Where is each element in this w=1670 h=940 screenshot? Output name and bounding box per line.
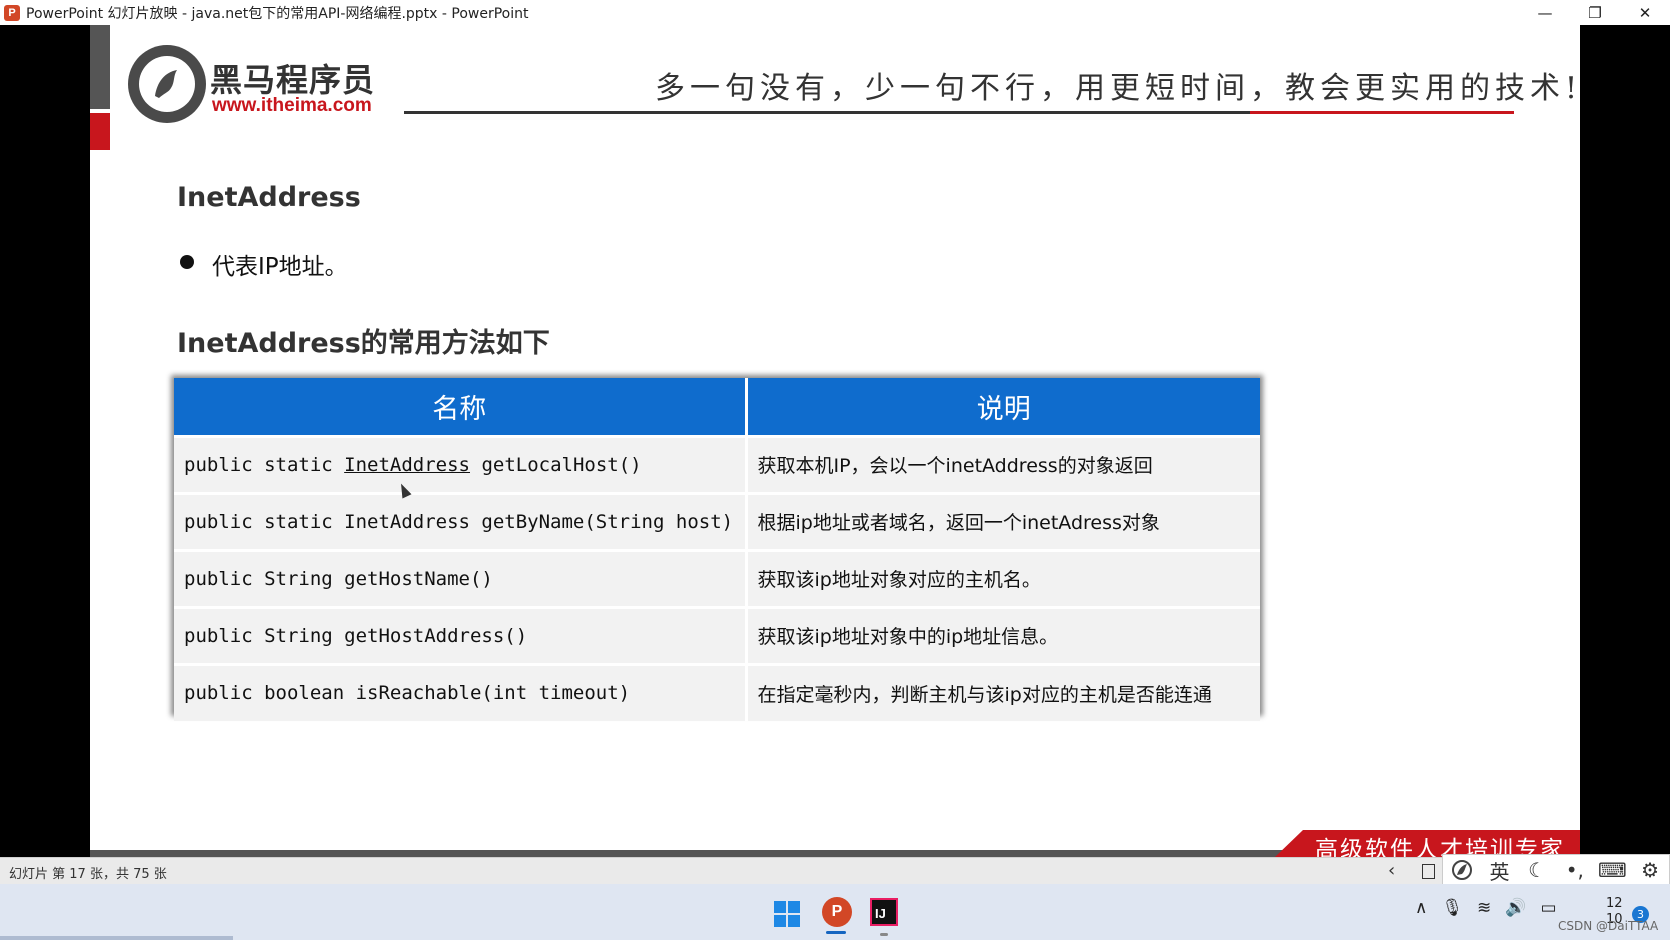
volume-icon[interactable]: 🔊 — [1505, 898, 1526, 918]
intellij-taskbar-icon[interactable]: IJ — [870, 898, 898, 926]
wifi-icon[interactable]: ≋ — [1477, 898, 1491, 918]
windows-start-icon[interactable] — [774, 901, 800, 927]
brand-url: www.itheima.com — [212, 95, 372, 116]
table-row: public boolean isReachable(int timeout) … — [174, 662, 1260, 721]
itheima-logo-icon — [128, 45, 206, 123]
tray-expand-icon[interactable]: ∧ — [1415, 898, 1427, 918]
status-bar: 幻灯片 第 17 张，共 75 张 ‹ — [0, 857, 1670, 884]
previous-slide-icon[interactable]: ‹ — [1388, 860, 1395, 881]
table-row: public String getHostName() 获取该ip地址对象对应的… — [174, 548, 1260, 607]
table-header-row: 名称 说明 — [174, 378, 1260, 436]
horse-icon — [139, 56, 195, 112]
clock-time: 12 — [1606, 896, 1623, 911]
minimize-button[interactable]: — — [1520, 0, 1570, 25]
system-tray: ∧ 🎙 ≋ 🔊 ▭ — [1415, 898, 1557, 918]
ime-language-toggle[interactable]: 英 — [1485, 856, 1513, 884]
active-app-indicator — [826, 931, 846, 934]
slide-subheading: InetAddress的常用方法如下 — [177, 328, 550, 359]
method-name-cell: public static InetAddress getLocalHost() — [174, 434, 748, 493]
window-titlebar: P PowerPoint 幻灯片放映 - java.net包下的常用API-网络… — [0, 0, 1670, 25]
footer-banner-text: 高级软件人才培训专家 — [1315, 837, 1565, 857]
table-row: public static InetAddress getByName(Stri… — [174, 491, 1260, 550]
ime-toolbar: 英 ☾ •, ⌨ ⚙ — [1442, 854, 1670, 886]
method-description-cell: 获取本机IP，会以一个inetAddress的对象返回 — [746, 434, 1260, 493]
close-button[interactable]: ✕ — [1620, 0, 1670, 25]
window-controls: — ❐ ✕ — [1520, 0, 1670, 25]
punctuation-icon[interactable]: •, — [1561, 856, 1589, 884]
window-title: PowerPoint 幻灯片放映 - java.net包下的常用API-网络编程… — [26, 5, 529, 22]
column-header-name: 名称 — [174, 378, 748, 436]
method-description-cell: 根据ip地址或者域名，返回一个inetAdress对象 — [746, 491, 1260, 550]
method-name-cell: public boolean isReachable(int timeout) — [174, 662, 748, 721]
method-name-cell: public String getHostAddress() — [174, 605, 748, 664]
column-header-description: 说明 — [746, 378, 1260, 436]
table-row: public String getHostAddress() 获取该ip地址对象… — [174, 605, 1260, 664]
slideshow-right-margin — [1580, 25, 1670, 857]
settings-gear-icon[interactable]: ⚙ — [1636, 856, 1664, 884]
taskbar-progress — [0, 936, 233, 940]
ime-logo-icon[interactable] — [1448, 856, 1476, 884]
powerpoint-taskbar-icon[interactable]: P — [822, 897, 852, 927]
slide-left-accent-gray — [90, 25, 110, 109]
notes-view-icon[interactable] — [1422, 864, 1435, 879]
method-description-cell: 在指定毫秒内，判断主机与该ip对应的主机是否能连通 — [746, 662, 1260, 721]
method-name-prefix: public static — [184, 453, 345, 476]
keyboard-icon[interactable]: ⌨ — [1598, 856, 1627, 884]
slide-counter: 幻灯片 第 17 张，共 75 张 — [9, 867, 167, 882]
slide-heading: InetAddress — [177, 182, 361, 213]
taskbar: P IJ ∧ 🎙 ≋ 🔊 ▭ 12 10 3 — [0, 884, 1670, 940]
methods-table: 名称 说明 public static InetAddress getLocal… — [174, 378, 1260, 721]
method-name-cell: public String getHostName() — [174, 548, 748, 607]
moon-icon[interactable]: ☾ — [1523, 856, 1551, 884]
slide-slogan: 多一句没有，少一句不行，用更短时间，教会更实用的技术! — [655, 71, 1580, 106]
bullet-icon — [180, 255, 194, 269]
csdn-watermark: CSDN @DaiTTAA — [1558, 919, 1659, 933]
slogan-divider-red — [1250, 111, 1514, 114]
restore-button[interactable]: ❐ — [1570, 0, 1620, 25]
microphone-icon[interactable]: 🎙 — [1441, 898, 1463, 918]
method-return-type: InetAddress — [344, 453, 470, 476]
method-name-suffix: getLocalHost() — [470, 453, 642, 476]
battery-icon[interactable]: ▭ — [1540, 898, 1556, 918]
table-row: public static InetAddress getLocalHost()… — [174, 434, 1260, 493]
powerpoint-app-icon: P — [4, 4, 20, 21]
method-name-cell: public static InetAddress getByName(Stri… — [174, 491, 748, 550]
bullet-text: 代表IP地址。 — [212, 254, 348, 280]
slide-canvas[interactable]: 黑马程序员 www.itheima.com 多一句没有，少一句不行，用更短时间，… — [90, 25, 1580, 857]
slide-left-accent-red — [90, 113, 110, 150]
method-description-cell: 获取该ip地址对象对应的主机名。 — [746, 548, 1260, 607]
method-description-cell: 获取该ip地址对象中的ip地址信息。 — [746, 605, 1260, 664]
running-app-indicator — [880, 933, 888, 936]
